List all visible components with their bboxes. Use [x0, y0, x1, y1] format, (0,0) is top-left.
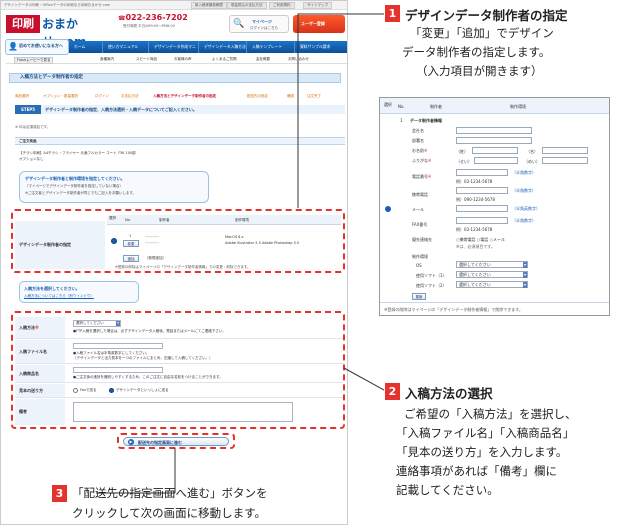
annotation-1-title: デザインデータ制作者の指定 — [405, 8, 568, 23]
annotation-1-line-2: データ制作者の指定します。 — [402, 45, 551, 59]
annotation-1-line-3: （入力項目が開きます） — [416, 64, 543, 78]
zoom-lastname-kana-input[interactable] — [474, 157, 518, 164]
zoom-tel-label: 電話番号※ — [412, 174, 432, 179]
zoom-divider — [380, 302, 609, 303]
zoom-company-input[interactable] — [456, 127, 532, 134]
zoom-soft2-select[interactable]: 選択してください ▾ — [456, 281, 528, 288]
zoom-header: 選択 No. 制作者 制作環境 — [380, 98, 609, 114]
zoom-os-select[interactable]: 選択してください ▾ — [456, 261, 528, 268]
annotation-2-line-2: 「入稿ファイル名」「入稿商品名」 — [396, 426, 575, 440]
zoom-tel-input[interactable] — [456, 169, 508, 176]
zoom-name-label: お名前※ — [412, 148, 428, 153]
chevron-down-icon: ▾ — [522, 282, 527, 288]
zoom-contact-options[interactable]: ○携帯電話 ○電話 ○メール — [456, 237, 505, 243]
zoom-email-input[interactable] — [456, 205, 508, 212]
annotation-1-badge: 1 — [385, 5, 400, 22]
annotation-2-title: 入稿方法の選択 — [405, 386, 493, 401]
annotation-3-line-1: クリックして次の画面に移動します。 — [72, 506, 267, 520]
zoom-firstname-kana-input[interactable] — [542, 157, 588, 164]
annotation-2-line-4: 連絡事項があれば「備考」欄に — [396, 464, 557, 478]
zoom-footer-note: ※登録の削除はマイページの「デザインデータ制作者情報」で削除できます。 — [384, 307, 523, 312]
annotation-1-line-1: 「変更」「追加」でデザイン — [410, 26, 554, 40]
chevron-down-icon: ▾ — [522, 272, 527, 278]
zoom-kana-label: ふりがな※ — [412, 158, 432, 163]
zoom-soft1-select[interactable]: 選択してください ▾ — [456, 271, 528, 278]
zoom-row-no: 1 — [400, 118, 403, 123]
zoom-lastname-input[interactable] — [472, 147, 518, 154]
annotation-2-badge: 2 — [385, 383, 400, 400]
zoom-group-title: データ制作者情報 — [410, 118, 442, 123]
zoom-update-button[interactable]: 更新 — [412, 293, 426, 300]
zoom-fax-input[interactable] — [456, 217, 508, 224]
chevron-down-icon: ▾ — [522, 262, 527, 268]
annotation-2-line-5: 記載してください。 — [396, 483, 499, 497]
zoom-mobile-input[interactable] — [456, 187, 508, 194]
zoom-firstname-input[interactable] — [542, 147, 588, 154]
zoom-radio[interactable] — [385, 206, 391, 212]
annotation-2-line-3: 「見本の送り方」を入力します。 — [396, 445, 568, 459]
zoom-dept-input[interactable] — [456, 137, 532, 144]
annotation-2-line-1: ご希望の「入稿方法」を選択し、 — [404, 407, 577, 421]
annotation-3-title: 「配送先の指定画面へ進む」ボタンを — [72, 486, 268, 500]
annotation-3-badge: 3 — [52, 485, 67, 502]
designer-form-zoom: 選択 No. 制作者 制作環境 1 データ制作者情報 会社名 部署名 お名前※ … — [379, 97, 610, 316]
